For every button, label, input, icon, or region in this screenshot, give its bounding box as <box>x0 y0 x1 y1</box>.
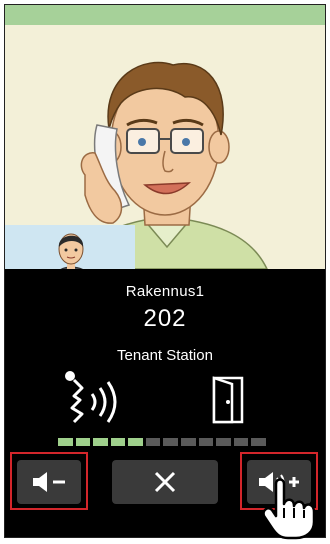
talking-icon <box>65 371 117 424</box>
volume-segment <box>251 438 266 446</box>
volume-segment <box>198 438 214 446</box>
volume-segment <box>93 438 108 446</box>
volume-segment <box>216 438 231 446</box>
self-view <box>5 225 135 269</box>
room-number: 202 <box>143 305 187 332</box>
volume-segment <box>128 438 143 446</box>
volume-segment <box>181 438 196 446</box>
volume-segment <box>233 438 249 446</box>
volume-segment <box>75 438 91 446</box>
speaker-minus-icon <box>33 472 65 492</box>
close-icon <box>154 471 176 493</box>
status-strip <box>5 5 325 25</box>
building-name: Rakennus1 <box>125 283 205 300</box>
door-icon <box>212 376 244 424</box>
station-type: Tenant Station <box>117 347 213 364</box>
volume-segment <box>110 438 126 446</box>
pointing-hand-icon <box>262 478 316 540</box>
self-view-image <box>5 225 135 269</box>
volume-down-button[interactable] <box>17 460 81 504</box>
volume-segment <box>58 438 73 446</box>
end-call-button[interactable] <box>112 460 218 504</box>
video-feed <box>5 25 325 269</box>
volume-segment <box>145 438 161 446</box>
volume-meter <box>58 438 266 446</box>
volume-segment <box>163 438 179 446</box>
